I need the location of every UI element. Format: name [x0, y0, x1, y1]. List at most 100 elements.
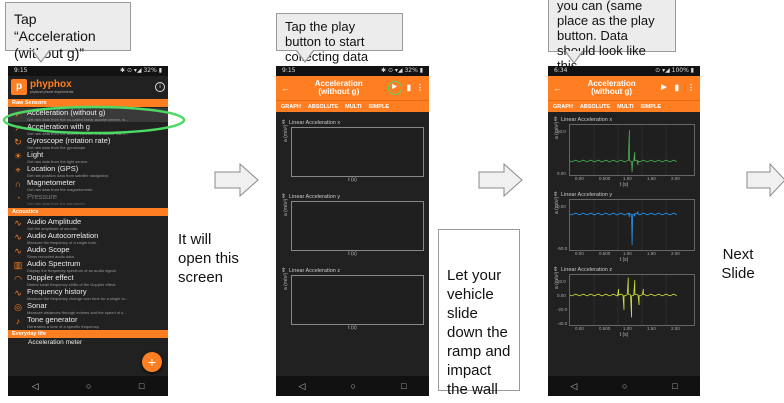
- sensor-name: Magnetometer: [27, 178, 76, 187]
- magnet-icon: ∩: [14, 179, 22, 189]
- graph-ylabel: a (m/s²): [283, 272, 289, 290]
- graph-title: Linear Acceleration x: [561, 116, 613, 123]
- tab-multi[interactable]: MULTI: [345, 104, 361, 110]
- graph-plot[interactable]: a (m/s²): [283, 199, 424, 251]
- sensor-item[interactable]: ∿ Frequency history Measure the frequency …: [8, 287, 168, 302]
- sonar-icon: ◎: [14, 302, 22, 312]
- x-tick-label: 0.00: [575, 326, 584, 331]
- tab-simple[interactable]: SIMPLE: [369, 104, 389, 110]
- more-menu-icon[interactable]: ⋮: [416, 84, 424, 92]
- sensor-name: Tone generator: [27, 315, 78, 324]
- x-tick-label: 1.50: [647, 176, 656, 181]
- sensor-item[interactable]: ∿ Audio Autocorrelation Measure the freque…: [8, 231, 168, 246]
- home-icon[interactable]: ○: [86, 381, 91, 391]
- category-everyday: Everyday life: [8, 330, 168, 338]
- phyphox-logo-icon: p: [11, 79, 27, 95]
- graph-ylabel: a (m/s²): [554, 196, 560, 214]
- graph-xlabel: t (s): [348, 251, 357, 257]
- phone-screen-empty-graphs: 9:15 ✱ ⊙ ▾◢ 32% ▮ ← Acceleration (without…: [276, 66, 429, 396]
- sensor-item[interactable]: ∿ Audio Amplitude Get the amplitude of sou…: [8, 217, 168, 232]
- sensor-name: Audio Amplitude: [27, 217, 82, 226]
- tab-absolute[interactable]: ABSOLUTE: [580, 104, 610, 110]
- graph-plot[interactable]: a (m/s²): [283, 273, 424, 325]
- back-arrow-icon[interactable]: ←: [553, 84, 562, 93]
- sensor-item[interactable]: ◎ Sonar Measure distances through echoes a…: [8, 301, 168, 316]
- y-tick-label: 0.00: [557, 293, 566, 298]
- graph-block: ⇕ Linear Acceleration ya (m/s²) t (s): [281, 192, 424, 258]
- add-experiment-button[interactable]: +: [142, 352, 162, 372]
- tab-simple[interactable]: SIMPLE: [641, 104, 661, 110]
- view-tabs: GRAPH ABSOLUTE MULTI SIMPLE: [276, 100, 429, 112]
- callout-step2: Tap the play button to start collecting …: [276, 13, 403, 64]
- home-icon[interactable]: ○: [622, 381, 627, 391]
- back-icon[interactable]: ◁: [32, 381, 39, 392]
- sensor-item[interactable]: ∩ Magnetometer Get raw data from the magne…: [8, 178, 168, 193]
- more-menu-icon[interactable]: ⋮: [687, 84, 695, 92]
- graph-plot[interactable]: 20.0 0.00 -20.0 -40.0 a (m/s²): [554, 272, 695, 326]
- sensor-item[interactable]: ◠ Doppler effect Detect small frequency sh…: [8, 273, 168, 288]
- graph-block: ⇕ Linear Acceleration xa (m/s²) t (s): [281, 118, 424, 184]
- graph-plot[interactable]: 50.0 0.00 a (m/s²): [554, 122, 695, 176]
- app-name: phyphox: [30, 79, 72, 90]
- textbox-next-slide: Next Slide: [712, 217, 764, 305]
- sensor-name: Audio Autocorrelation: [27, 231, 99, 240]
- app-header: p phyphox physical phone experiments i: [8, 76, 168, 98]
- graph-plot[interactable]: 0.00 -50.0 a (m/s²): [554, 197, 695, 251]
- x-tick-label: 2.00: [671, 176, 680, 181]
- sensor-item[interactable]: ↻ Gyroscope (rotation rate) Get raw data f…: [8, 136, 168, 151]
- x-axis-ticks: 0.00 0.500 1.00 1.50 2.00: [569, 251, 695, 257]
- tab-graph[interactable]: GRAPH: [281, 104, 301, 110]
- graph-block: ⇕ Linear Acceleration za (m/s²) t (s): [281, 266, 424, 332]
- recents-icon[interactable]: □: [672, 381, 677, 391]
- x-axis-ticks: 0.00 0.500 1.00 1.50 2.00: [569, 176, 695, 182]
- recents-icon[interactable]: □: [139, 381, 144, 391]
- play-button[interactable]: ▶: [387, 81, 402, 95]
- play-button[interactable]: ▶: [661, 84, 666, 92]
- back-icon[interactable]: ◁: [299, 381, 306, 392]
- home-icon[interactable]: ○: [351, 381, 356, 391]
- y-tick-label: -50.0: [557, 246, 568, 251]
- sensor-item[interactable]: ∿ Audio Scope Show recorded audio data.: [8, 245, 168, 260]
- x-tick-label: 2.00: [671, 326, 680, 331]
- android-navbar: ◁ ○ □: [8, 376, 168, 396]
- sensor-name: Doppler effect: [27, 273, 74, 282]
- graph-title: Linear Acceleration z: [289, 267, 341, 274]
- sensor-item[interactable]: ⌖ Location (GPS) Get raw position data fro…: [8, 164, 168, 179]
- sensor-item[interactable]: ▥ Audio Spectrum Display the frequency spe…: [8, 259, 168, 274]
- graph-xlabel: t (s): [619, 257, 629, 263]
- status-bar: 9:15 ✱ ⊙ ▾◢ 32% ▮: [276, 66, 429, 76]
- graph-xlabel: t (s): [619, 332, 629, 338]
- status-bar: 9:15 ✱ ⊙ ▾◢ 32% ▮: [8, 66, 168, 76]
- tab-graph[interactable]: GRAPH: [553, 104, 573, 110]
- category-acoustics: Acoustics: [8, 208, 168, 216]
- info-icon[interactable]: i: [155, 82, 165, 92]
- graph-title: Linear Acceleration x: [289, 119, 341, 126]
- recents-icon[interactable]: □: [401, 381, 406, 391]
- sensor-description: Measure the frequency change over time f…: [27, 296, 129, 301]
- sensor-name: Location (GPS): [27, 164, 79, 173]
- x-tick-label: 1.00: [623, 176, 632, 181]
- y-tick-label: 0.00: [557, 171, 566, 176]
- status-bar: 6:34 ⊙ ▾◢ 100% ▮: [548, 66, 700, 76]
- sensor-item[interactable]: ◔ Pressure Get raw data from the barometer…: [8, 192, 168, 207]
- x-axis-ticks: 0.00 0.500 1.00 1.50 2.00: [569, 326, 695, 332]
- x-tick-label: 1.00: [623, 326, 632, 331]
- tab-multi[interactable]: MULTI: [617, 104, 633, 110]
- sensor-name: Audio Spectrum: [27, 259, 81, 268]
- back-arrow-icon[interactable]: ←: [281, 84, 290, 93]
- delete-icon[interactable]: ▮: [675, 84, 679, 92]
- delete-icon[interactable]: ▮: [407, 84, 411, 92]
- sensor-item[interactable]: ♪ Tone generator Generates a tone of a spe…: [8, 315, 168, 330]
- graph-plot[interactable]: a (m/s²): [283, 125, 424, 177]
- x-tick-label: 0.500: [599, 326, 611, 331]
- list-item[interactable]: Acceleration meter: [8, 339, 168, 346]
- sensor-name: Frequency history: [27, 287, 87, 296]
- tab-absolute[interactable]: ABSOLUTE: [308, 104, 338, 110]
- arrow-right-icon: [746, 163, 784, 197]
- tone-icon: ♪: [15, 316, 21, 326]
- graph-ylabel: a (m/s²): [283, 124, 289, 142]
- graph-xlabel: t (s): [348, 177, 357, 183]
- back-icon[interactable]: ◁: [570, 381, 577, 392]
- sensor-item[interactable]: ☀ Light Get raw data from the light sensor…: [8, 150, 168, 165]
- graph-trace: [570, 200, 678, 250]
